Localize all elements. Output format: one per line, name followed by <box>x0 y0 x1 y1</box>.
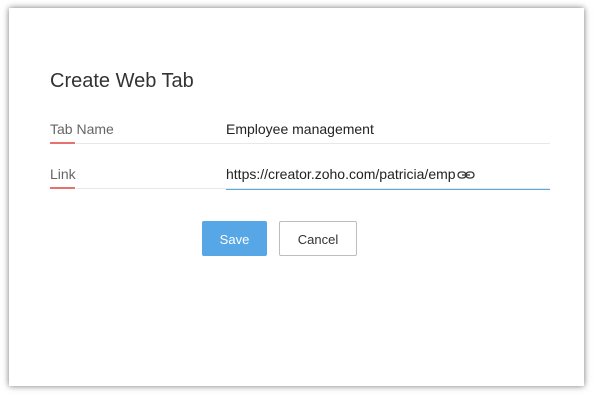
tab-name-row: Tab Name Employee management <box>50 114 550 150</box>
link-label: Link <box>50 166 76 182</box>
link-input[interactable]: https://creator.zoho.com/patricia/emp <box>226 159 550 190</box>
cancel-button[interactable]: Cancel <box>279 221 357 256</box>
dialog-title: Create Web Tab <box>50 70 194 92</box>
link-icon[interactable] <box>456 170 475 180</box>
create-web-tab-dialog: Create Web Tab Tab Name Employee managem… <box>9 8 584 386</box>
tab-name-value: Employee management <box>226 121 374 137</box>
link-row: Link https://creator.zoho.com/patricia/e… <box>50 159 550 195</box>
tab-name-label: Tab Name <box>50 121 114 137</box>
tab-name-input[interactable]: Employee management <box>226 114 550 144</box>
link-label-underline <box>50 187 75 189</box>
link-value: https://creator.zoho.com/patricia/emp <box>226 166 456 182</box>
tab-name-label-underline <box>50 142 75 144</box>
save-button[interactable]: Save <box>202 221 267 256</box>
